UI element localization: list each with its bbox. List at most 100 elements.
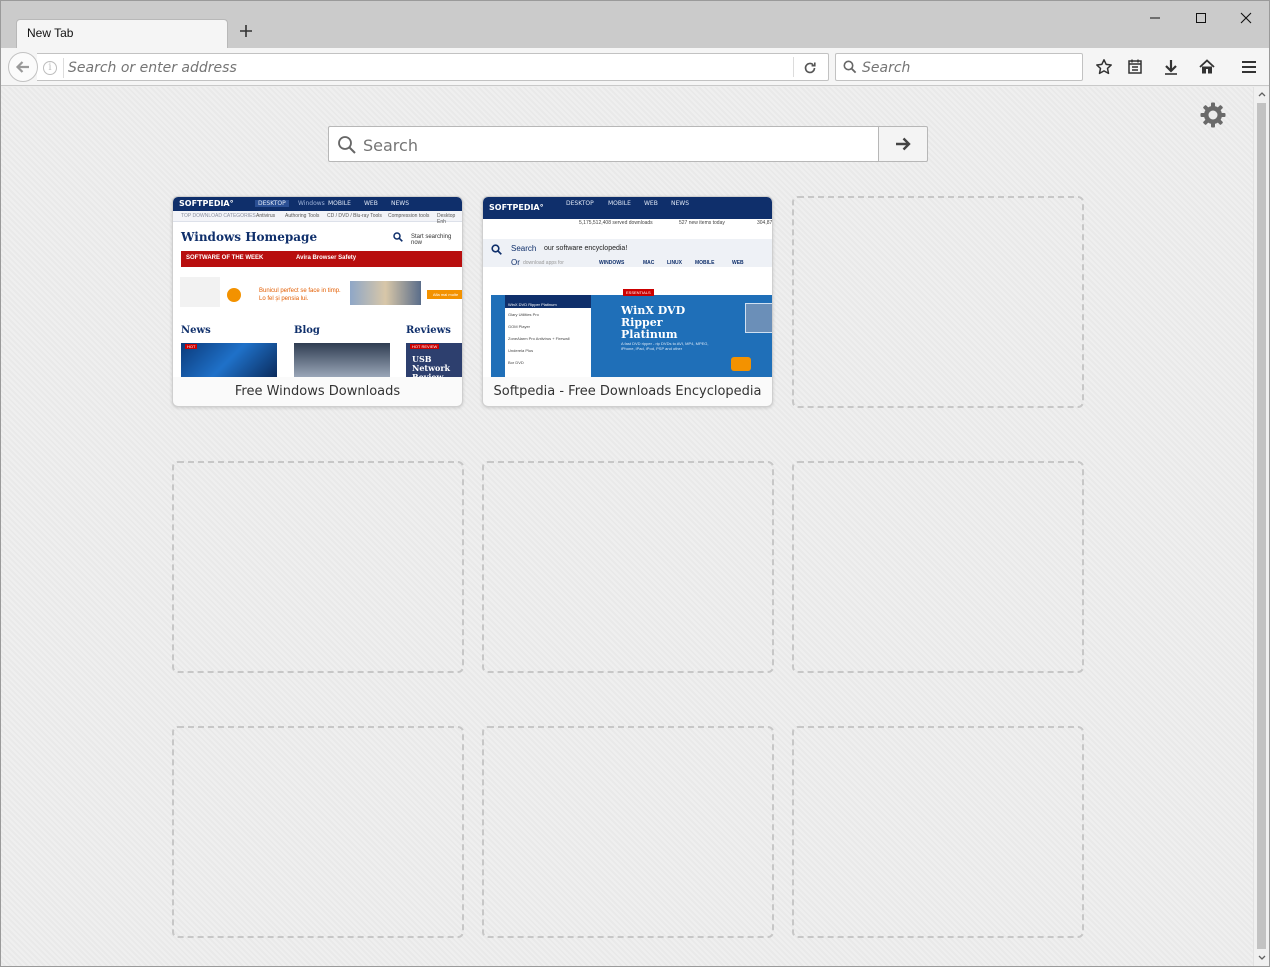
plus-icon	[240, 25, 252, 37]
search-icon	[338, 136, 356, 154]
site-thumbnail: SOFTPEDIA° DESKTOP MOBILE WEB NEWS 5,175…	[483, 197, 772, 377]
new-tab-button[interactable]	[235, 21, 257, 43]
search-icon	[491, 244, 502, 255]
bookmark-star-button[interactable]	[1092, 55, 1116, 79]
featured-list: WinX DVD Ripper Platinum Glary Utilities…	[505, 295, 591, 377]
stat-text: 5,175,512,408 served downloads	[579, 220, 653, 226]
minimize-icon	[1150, 17, 1160, 19]
ad-image	[350, 281, 421, 305]
platform-link: MOBILE	[695, 260, 715, 266]
downloads-button[interactable]	[1159, 55, 1183, 79]
platform-link: MAC	[643, 260, 655, 266]
thumb-subnav-item: Authoring Tools	[285, 213, 320, 219]
thumb-search-text: Start searching now	[411, 234, 452, 246]
search-bar	[835, 53, 1083, 81]
scroll-up-icon[interactable]	[1258, 91, 1266, 97]
section-news: News	[181, 325, 211, 336]
vertical-scrollbar[interactable]	[1253, 87, 1269, 966]
empty-tile	[172, 726, 464, 938]
review-title: USB Network Review	[412, 354, 451, 378]
maximize-button[interactable]	[1179, 5, 1223, 31]
scroll-down-icon[interactable]	[1258, 955, 1266, 961]
tab-strip: New Tab	[1, 1, 1269, 49]
empty-tile	[792, 196, 1084, 408]
thumb-subnav-item: Desktop Enh	[437, 213, 456, 225]
thumb-heading: Windows Homepage	[181, 230, 318, 244]
thumb-nav-item: WEB	[364, 200, 378, 207]
site-logo: SOFTPEDIA°	[489, 203, 544, 212]
navigation-toolbar: i	[1, 48, 1269, 86]
bookmarks-list-icon	[1128, 59, 1142, 74]
thumb-or-text: Or	[511, 258, 520, 267]
platform-link: WINDOWS	[599, 260, 625, 266]
discount-badge	[731, 357, 751, 371]
star-icon	[1096, 59, 1112, 75]
hot-badge: HOT	[185, 344, 198, 349]
sotw-label: SOFTWARE OF THE WEEK	[186, 255, 264, 261]
thumb-search-area: Search our software encyclopedia! Or dow…	[483, 239, 772, 267]
info-icon[interactable]: i	[43, 61, 57, 75]
blog-image	[294, 343, 390, 377]
section-reviews: Reviews	[406, 325, 451, 336]
thumb-subnav-item: Compression tools	[388, 213, 430, 219]
search-icon	[393, 232, 403, 242]
reload-button[interactable]	[799, 57, 821, 79]
new-tab-page: SOFTPEDIA° DESKTOP Windows MOBILE WEB NE…	[1, 87, 1253, 966]
thumb-nav-item: MOBILE	[328, 200, 351, 207]
featured-screenshot	[745, 303, 772, 333]
site-logo: SOFTPEDIA°	[179, 199, 234, 208]
browser-window: New Tab i Search or enter address Search…	[0, 0, 1270, 967]
featured-description: A fast DVD ripper - rip DVDs to AVI, MP4…	[621, 341, 709, 351]
featured-banner: WinX DVD Ripper Platinum Glary Utilities…	[491, 289, 772, 377]
settings-gear-icon[interactable]	[1199, 101, 1227, 129]
newtab-search-field	[328, 126, 879, 162]
arrow-right-icon	[896, 137, 911, 151]
ad-logo	[227, 288, 241, 302]
thumb-subnav-item: CD / DVD / Blu-ray Tools	[327, 213, 382, 219]
newtab-search-go-button[interactable]	[878, 126, 928, 162]
thumb-search-label: Search	[511, 244, 537, 253]
thumb-subnav-item: TOP DOWNLOAD CATEGORIES	[181, 213, 256, 219]
thumb-subnav-item: Antivirus	[256, 213, 276, 219]
top-site-tile[interactable]: SOFTPEDIA° DESKTOP Windows MOBILE WEB NE…	[172, 196, 463, 407]
review-image: HOT REVIEW USB Network Review	[406, 343, 462, 378]
stat-text: 527 new items today	[679, 220, 725, 226]
featured-title: WinX DVD Ripper Platinum	[621, 304, 686, 341]
address-input[interactable]	[63, 58, 783, 78]
empty-tile	[482, 461, 774, 673]
featured-list-item: Underela Plus	[508, 348, 534, 353]
site-thumbnail: SOFTPEDIA° DESKTOP Windows MOBILE WEB NE…	[173, 197, 462, 378]
tile-title: Free Windows Downloads	[234, 384, 401, 399]
featured-list-item: GOM Player	[508, 324, 531, 329]
url-bar: i	[37, 53, 829, 81]
sotw-item: Avira Browser Safety	[296, 255, 357, 261]
thumb-subnav: TOP DOWNLOAD CATEGORIES Antivirus Author…	[173, 211, 462, 225]
back-button[interactable]	[8, 52, 38, 82]
thumb-or-sub: download apps for	[523, 260, 564, 266]
ad-placeholder	[180, 277, 220, 307]
thumb-nav-item: DESKTOP	[255, 200, 289, 207]
reading-list-button[interactable]	[1123, 55, 1147, 79]
ad-text: Bunicul perfect se face in timp. Lo fel …	[259, 288, 341, 302]
thumb-nav-item: NEWS	[391, 200, 410, 207]
tab-new-tab[interactable]: New Tab	[16, 19, 228, 49]
home-icon	[1199, 59, 1215, 74]
thumb-header: SOFTPEDIA° DESKTOP MOBILE WEB NEWS	[483, 197, 772, 219]
newtab-search	[328, 126, 928, 162]
scrollbar-thumb[interactable]	[1257, 103, 1266, 949]
hamburger-menu-icon	[1242, 61, 1256, 73]
empty-tile	[482, 726, 774, 938]
minimize-button[interactable]	[1133, 5, 1177, 31]
close-button[interactable]	[1224, 5, 1268, 31]
top-site-tile[interactable]: SOFTPEDIA° DESKTOP MOBILE WEB NEWS 5,175…	[482, 196, 773, 407]
search-input[interactable]	[862, 58, 1072, 78]
newtab-search-input[interactable]	[363, 134, 863, 156]
back-arrow-icon	[15, 61, 29, 73]
software-of-week-bar: SOFTWARE OF THE WEEK Avira Browser Safet…	[181, 251, 462, 267]
home-button[interactable]	[1195, 55, 1219, 79]
empty-tile	[792, 726, 1084, 938]
menu-button[interactable]	[1237, 55, 1261, 79]
platform-link: WEB	[732, 260, 744, 266]
thumb-stats: 5,175,512,408 served downloads 527 new i…	[483, 219, 772, 229]
hot-review-badge: HOT REVIEW	[410, 344, 440, 349]
